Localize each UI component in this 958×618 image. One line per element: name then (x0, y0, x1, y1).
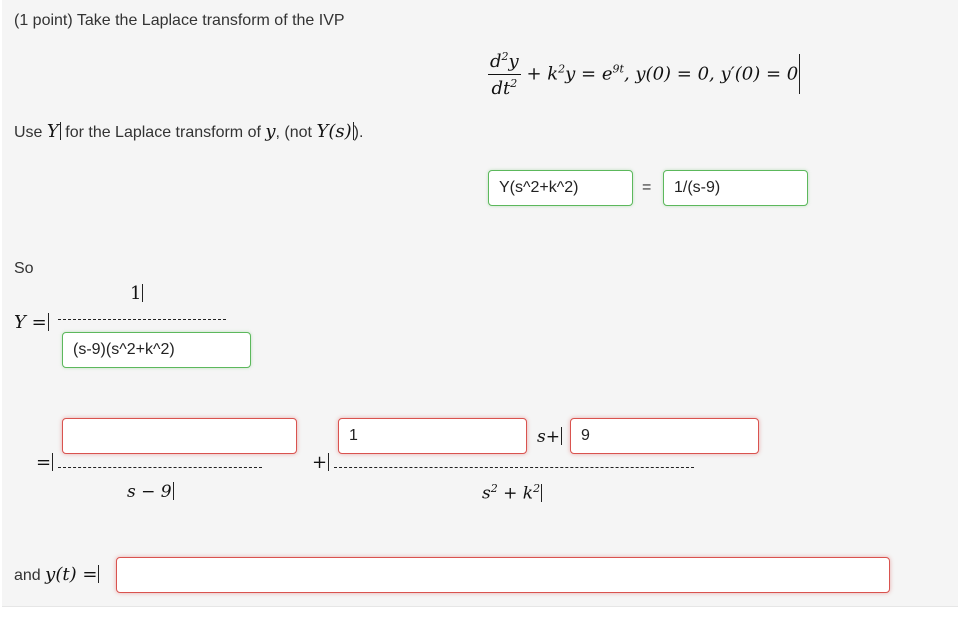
deriv-den-sup: 2 (510, 77, 518, 90)
partial-a-denominator: s − 9 (127, 482, 174, 502)
ivp-equation: d2y dt2 + k 2 y = e9t, y(0) = 0, y′(0) = 0 (488, 50, 801, 99)
deriv-den: dt (491, 78, 511, 99)
fraction-bar (488, 74, 521, 75)
final-label: and y(t) = (14, 564, 100, 585)
derivative-fraction: d2y dt2 (488, 50, 521, 99)
question-text: Take the Laplace transform of the IVP (76, 12, 345, 29)
eq-rest-3: , y(0) = 0, y′(0) = 0 (623, 63, 799, 85)
partial-c-numerator-input[interactable] (570, 418, 759, 454)
var-Ys: Y(s) (316, 121, 352, 142)
partial-b-fraction-line (334, 467, 694, 468)
text-cursor (799, 53, 801, 94)
partial-equals: = (36, 452, 54, 473)
instruction-part-1: Use (14, 124, 43, 141)
eq-rest-2: y = e (565, 63, 613, 85)
points-label: (1 point) (14, 12, 73, 29)
partial-plus: + (312, 452, 330, 473)
y-fraction-line (58, 319, 226, 320)
transform-right-input[interactable] (663, 170, 808, 206)
var-y: y (265, 121, 276, 142)
question-header: (1 point) Take the Laplace transform of … (14, 12, 345, 30)
partial-b-denominator: s2 + k2 (482, 482, 543, 504)
so-label: So (14, 260, 34, 277)
partial-b-numerator-input[interactable] (338, 418, 527, 454)
transform-equals: = (642, 179, 652, 196)
deriv-num-var: y (508, 51, 519, 72)
partial-a-fraction-line (58, 467, 262, 468)
y-denominator-input[interactable] (62, 332, 251, 368)
instruction-part-2: for the Laplace transform of (65, 124, 261, 141)
instruction-part-3: , (not (275, 124, 312, 141)
var-Y: Y (46, 121, 59, 142)
partial-a-numerator-input[interactable] (62, 418, 297, 454)
y-label: Y = (14, 312, 49, 333)
s-plus-label: s+ (537, 427, 562, 447)
problem-panel: (1 point) Take the Laplace transform of … (2, 0, 958, 607)
eq-rest-2-sup: 9t (612, 62, 624, 76)
transform-left-input[interactable] (488, 170, 633, 206)
instruction-part-4: ). (353, 124, 364, 141)
eq-rest-1: + k (526, 63, 559, 85)
y-numerator: 1 (130, 283, 144, 304)
deriv-num-d: d (490, 51, 502, 72)
deriv-num-sup: 2 (501, 50, 509, 63)
final-answer-input[interactable] (116, 557, 890, 593)
instruction-line: Use Y for the Laplace transform of y, (n… (14, 121, 363, 142)
